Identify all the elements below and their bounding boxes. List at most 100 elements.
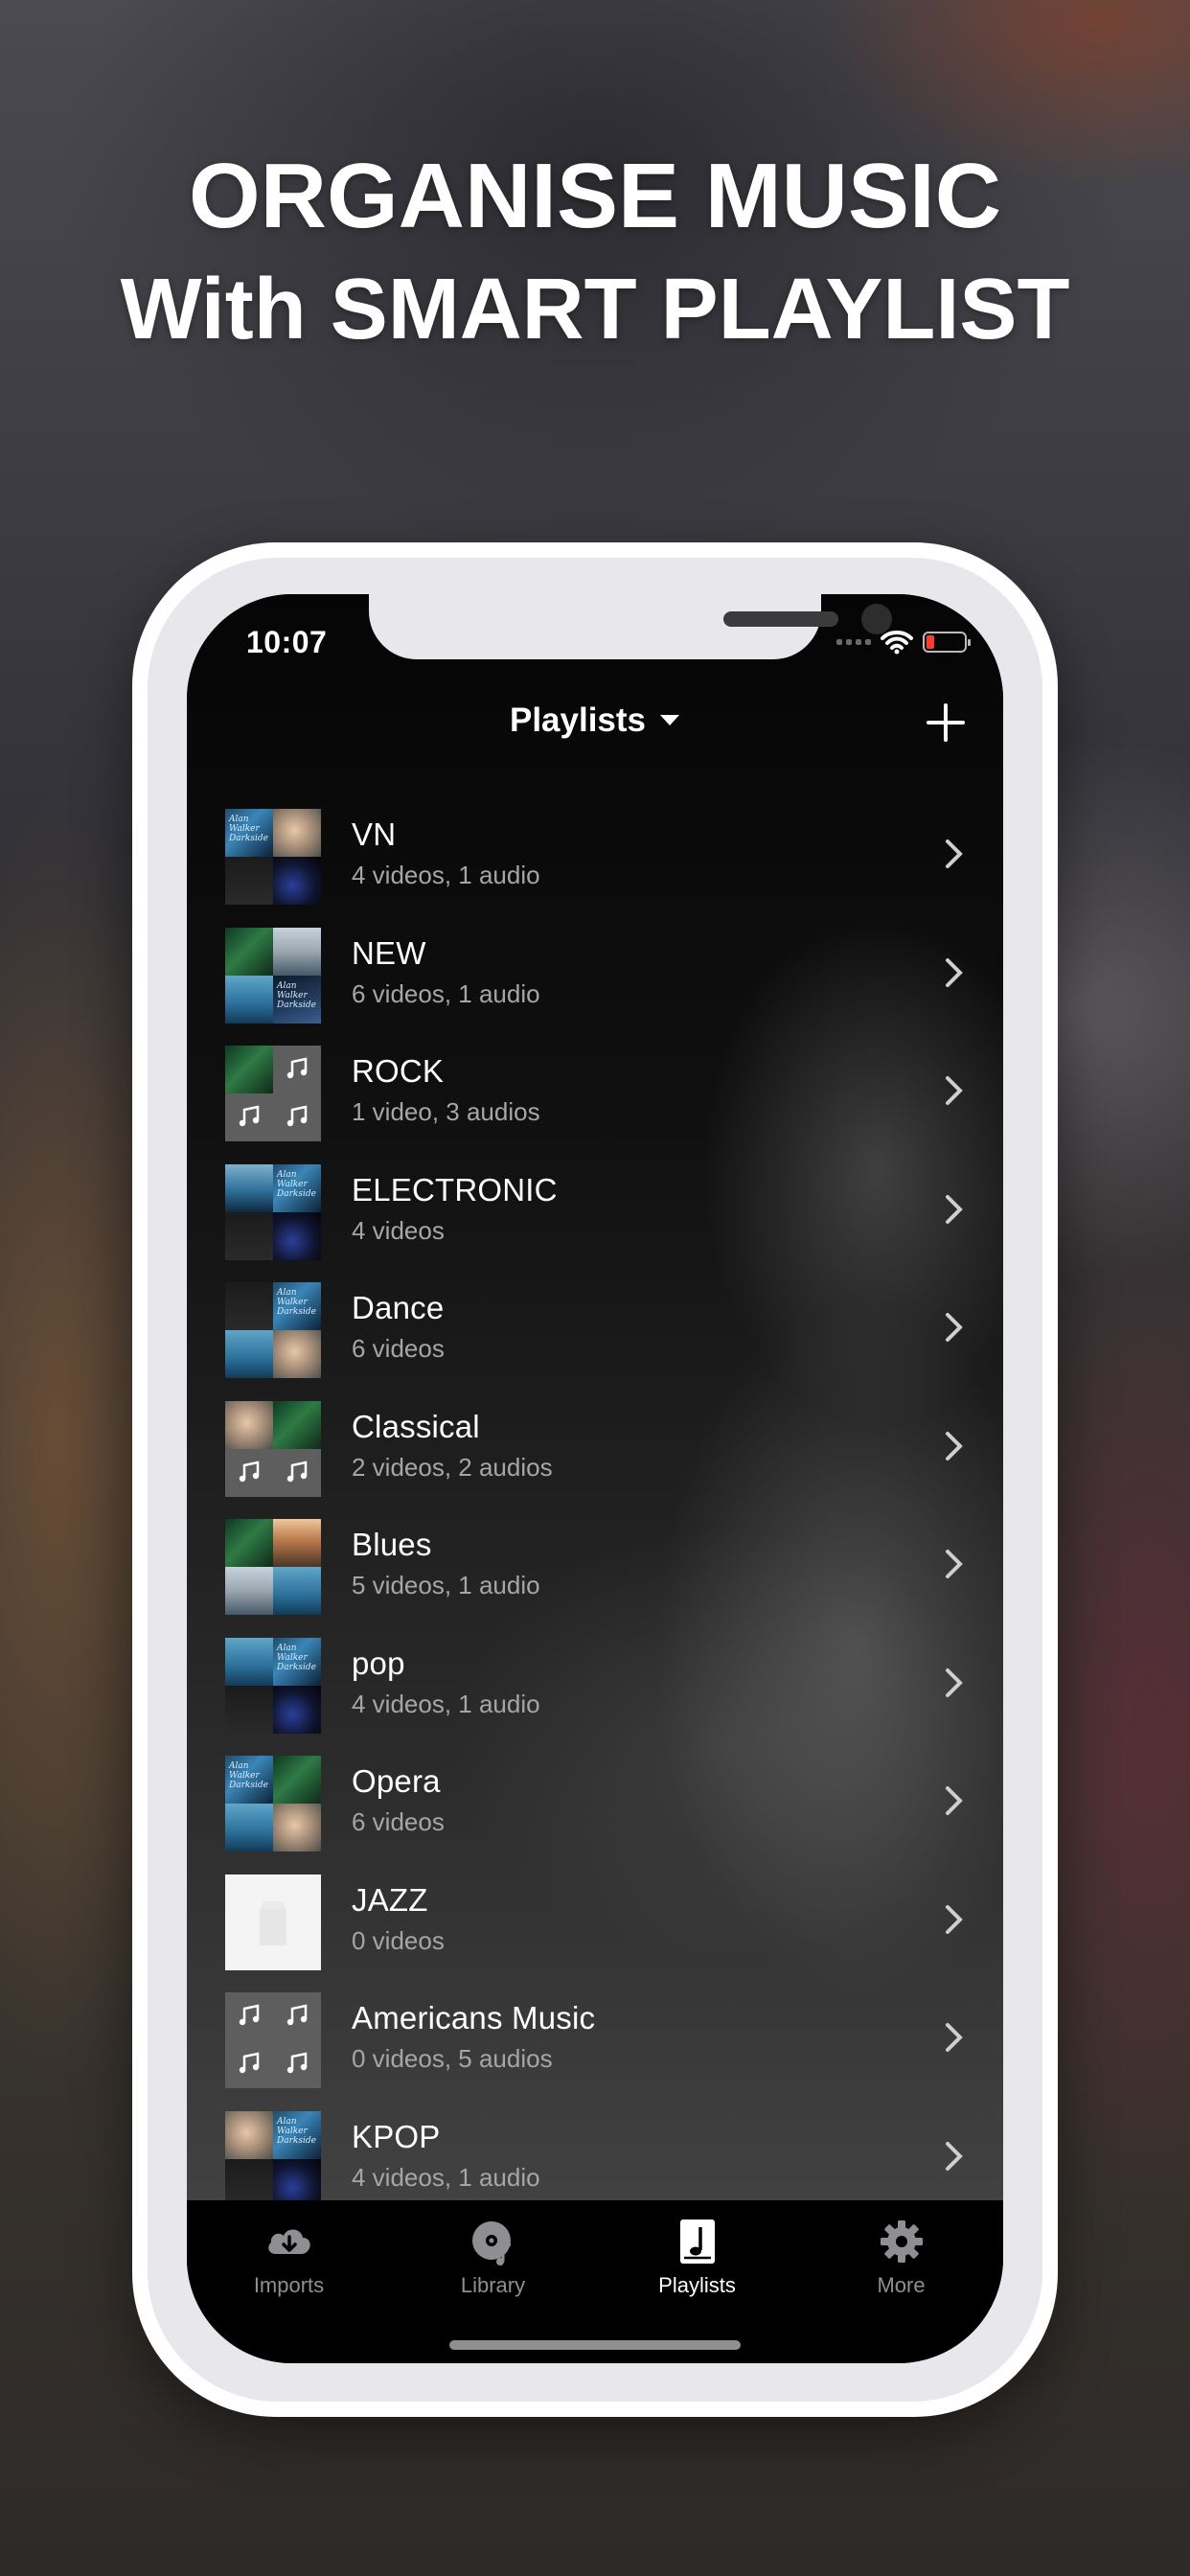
chevron-right-icon — [946, 1076, 963, 1105]
playlist-row[interactable]: Alan Walker Darkside VN 4 videos, 1 audi… — [187, 792, 1003, 910]
playlist-name: Americans Music — [352, 2000, 596, 2036]
playlist-thumbnail: Alan Walker Darkside — [225, 2110, 321, 2207]
playlist-thumbnail: Alan Walker Darkside — [225, 1163, 321, 1260]
playlist-summary: 6 videos, 1 audio — [352, 978, 540, 1008]
headline-line1: ORGANISE MUSIC — [188, 145, 1002, 247]
playlist-summary: 6 videos — [352, 1807, 445, 1836]
playlist-name: VN — [352, 816, 397, 852]
playlist-name: NEW — [352, 934, 426, 971]
playlist-thumbnail: Alan Walker Darkside — [225, 809, 321, 905]
playlist-row[interactable]: ROCK 1 video, 3 audios — [187, 1028, 1003, 1147]
status-indicators — [836, 629, 971, 656]
chevron-right-icon — [946, 1904, 963, 1934]
chevron-right-icon — [946, 2141, 963, 2171]
music-note-icon — [239, 1105, 260, 1127]
chevron-right-icon — [946, 957, 963, 987]
playlist-summary: 1 video, 3 audios — [352, 1097, 540, 1126]
playlist-name: Classical — [352, 1408, 480, 1444]
chevron-right-icon — [946, 1194, 963, 1224]
music-note-icon — [286, 1460, 308, 1482]
nav-title-button[interactable]: Playlists — [187, 702, 1003, 740]
playlist-name: ELECTRONIC — [352, 1171, 558, 1208]
playlist-row[interactable]: Alan Walker Darkside KPOP 4 videos, 1 au… — [187, 2094, 1003, 2213]
playlist-thumbnail: Alan Walker Darkside — [225, 1756, 321, 1852]
music-note-icon — [286, 2052, 308, 2074]
chevron-right-icon — [946, 1550, 963, 1578]
playlist-name: pop — [352, 1644, 405, 1681]
tab-label: Imports — [253, 2273, 325, 2297]
page-title: Playlists — [509, 702, 647, 739]
playlist-thumbnail — [225, 1046, 321, 1141]
tab-label: More — [877, 2273, 926, 2297]
cloud-download-icon — [267, 2229, 310, 2254]
playlist-name: JAZZ — [352, 1881, 428, 1918]
playlist-row[interactable]: Alan Walker Darkside pop 4 videos, 1 aud… — [187, 1621, 1003, 1739]
playlist-summary: 4 videos, 1 audio — [352, 861, 540, 889]
wifi-icon — [881, 631, 913, 655]
music-note-icon — [286, 1057, 308, 1079]
music-note-icon — [286, 1105, 308, 1127]
notch — [369, 594, 892, 659]
music-note-icon — [239, 2004, 260, 2026]
playlist-icon — [679, 2220, 715, 2264]
playlist-summary: 6 videos — [352, 1334, 445, 1363]
playlist-thumbnail: Alan Walker Darkside — [225, 1637, 321, 1734]
chevron-right-icon — [946, 1431, 963, 1460]
playlist-name: Dance — [352, 1290, 445, 1325]
chevron-right-icon — [946, 2023, 963, 2052]
battery-level — [927, 635, 934, 649]
signal-icon — [836, 639, 871, 645]
chevron-right-icon — [946, 840, 963, 868]
playlist-row[interactable]: Alan Walker Darkside NEW 6 videos, 1 aud… — [187, 910, 1003, 1029]
playlist-summary: 4 videos — [352, 1215, 445, 1245]
playlist-thumbnail: Alan Walker Darkside — [225, 1282, 321, 1378]
playlist-row[interactable]: Alan Walker Darkside Opera 6 videos — [187, 1738, 1003, 1857]
playlist-name: Opera — [352, 1763, 441, 1799]
playlist-row[interactable]: Blues 5 videos, 1 audio — [187, 1502, 1003, 1621]
playlist-summary: 4 videos, 1 audio — [352, 2162, 540, 2192]
music-note-icon — [239, 2052, 260, 2074]
playlist-summary: 4 videos, 1 audio — [352, 1689, 540, 1718]
disc-icon — [471, 2221, 511, 2266]
playlist-thumbnail — [225, 1874, 321, 1970]
phone-screen: 10:07 Playlists Alan Walker Darkside VN … — [187, 594, 1003, 2363]
playlist-row[interactable]: Alan Walker Darkside Dance 6 videos — [187, 1265, 1003, 1384]
playlist-name: KPOP — [352, 2118, 441, 2154]
chevron-right-icon — [946, 1313, 963, 1342]
playlist-row[interactable]: Americans Music 0 videos, 5 audios — [187, 1975, 1003, 2094]
playlist-row[interactable]: JAZZ 0 videos — [187, 1857, 1003, 1976]
playlist-row[interactable]: Classical 2 videos, 2 audios — [187, 1384, 1003, 1503]
empty-playlist-icon — [260, 1900, 286, 1945]
speaker-grille — [723, 611, 838, 627]
tab-library[interactable]: Library — [391, 2218, 595, 2298]
tab-playlists[interactable]: Playlists — [595, 2218, 799, 2298]
tab-label: Library — [460, 2273, 526, 2297]
plus-icon[interactable] — [925, 702, 967, 744]
playlist-name: Blues — [352, 1527, 432, 1562]
playlist-summary: 0 videos — [352, 1925, 445, 1955]
tab-bar: Imports Library Playlists More — [187, 2200, 1003, 2363]
headline-line2: With SMART PLAYLIST — [120, 262, 1070, 357]
chevron-down-icon — [660, 715, 680, 725]
playlist-list: Alan Walker Darkside VN 4 videos, 1 audi… — [187, 792, 1003, 2212]
playlist-row[interactable]: Alan Walker Darkside ELECTRONIC 4 videos — [187, 1147, 1003, 1266]
playlist-thumbnail — [225, 1992, 321, 2088]
music-note-icon — [239, 1460, 260, 1482]
tab-label: Playlists — [658, 2273, 736, 2297]
tab-more[interactable]: More — [799, 2218, 1003, 2298]
playlist-summary: 2 videos, 2 audios — [352, 1452, 553, 1482]
playlist-thumbnail: Alan Walker Darkside — [225, 927, 321, 1024]
home-indicator[interactable] — [449, 2340, 741, 2350]
tab-imports[interactable]: Imports — [187, 2218, 391, 2298]
chevron-right-icon — [946, 1786, 963, 1815]
playlist-summary: 5 videos, 1 audio — [352, 1571, 540, 1599]
gear-icon — [880, 2220, 923, 2263]
battery-icon — [923, 632, 971, 653]
playlist-summary: 0 videos, 5 audios — [352, 2044, 553, 2073]
playlist-thumbnail — [225, 1400, 321, 1497]
playlist-name: ROCK — [352, 1053, 445, 1089]
music-note-icon — [286, 2004, 308, 2026]
chevron-right-icon — [946, 1668, 963, 1697]
status-time: 10:07 — [246, 625, 328, 659]
playlist-thumbnail — [225, 1519, 321, 1615]
